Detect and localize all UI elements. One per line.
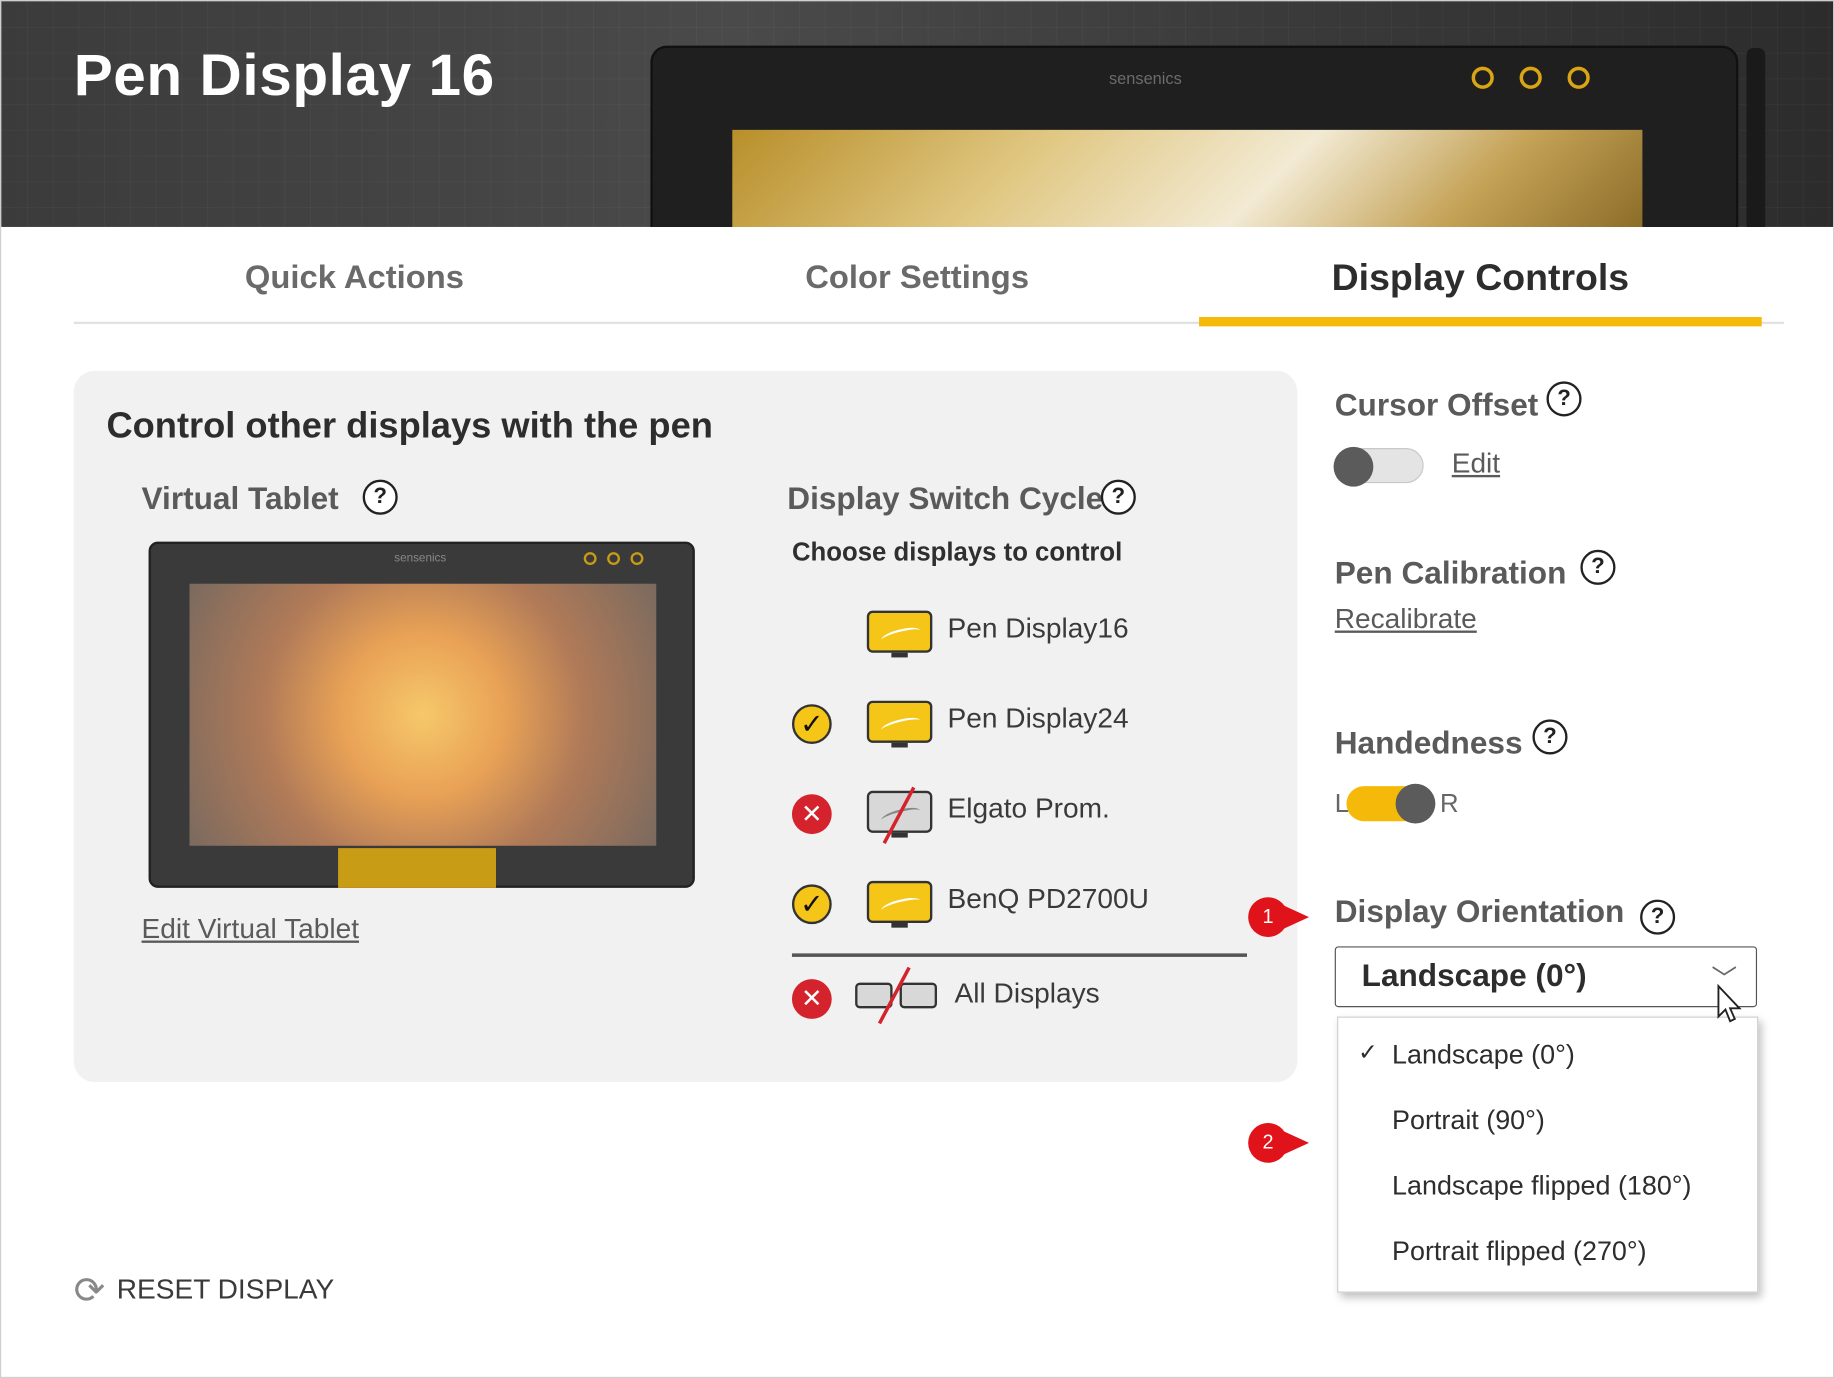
pen-calibration-label: Pen Calibration: [1334, 555, 1567, 591]
cursor-offset-edit-link[interactable]: Edit: [1452, 448, 1500, 481]
virtual-tablet-buttons: [583, 552, 644, 566]
orientation-option-landscape-flipped[interactable]: Landscape flipped (180°): [1338, 1153, 1757, 1214]
page-title: Pen Display 16: [73, 42, 495, 108]
handedness-toggle[interactable]: [1346, 783, 1436, 824]
display-name: Pen Display24: [947, 703, 1129, 735]
handedness-help-icon[interactable]: ?: [1532, 719, 1568, 755]
cross-icon[interactable]: ✕: [791, 979, 832, 1019]
pen-image: [1746, 47, 1766, 227]
display-switch-cycle-label: Display Switch Cycle: [787, 480, 1104, 516]
virtual-tablet-help-icon[interactable]: ?: [362, 479, 398, 515]
tab-color-settings[interactable]: Color Settings: [636, 230, 1198, 324]
display-switch-cycle-help-icon[interactable]: ?: [1100, 479, 1136, 515]
virtual-tablet-screen: [189, 583, 657, 846]
handedness-label: Handedness: [1334, 725, 1523, 761]
app-window: sensenics Pen Display 16 Quick Actions C…: [0, 0, 1834, 1378]
panel-title: Control other displays with the pen: [106, 404, 713, 446]
checkmark-icon: ✓: [1358, 1039, 1378, 1066]
display-row[interactable]: ✕ Elgato Prom.: [791, 786, 1237, 845]
device-screen: [732, 129, 1643, 227]
reset-display-label: RESET DISPLAY: [116, 1273, 335, 1306]
monitor-icon: [866, 700, 933, 743]
orientation-option-landscape[interactable]: ✓ Landscape (0°): [1338, 1022, 1757, 1083]
display-row[interactable]: ✓ Pen Display24: [791, 696, 1237, 750]
virtual-tablet-logo: sensenics: [394, 552, 447, 566]
recalibrate-link[interactable]: Recalibrate: [1335, 604, 1477, 637]
display-row[interactable]: Pen Display16: [792, 606, 1237, 660]
mouse-cursor-icon: [1717, 983, 1742, 1023]
orientation-dropdown-menu: ✓ Landscape (0°) Portrait (90°) Landscap…: [1337, 1016, 1759, 1293]
callout-marker-1: 1: [1248, 897, 1314, 938]
refresh-icon: ⟳: [73, 1269, 106, 1312]
check-icon[interactable]: ✓: [791, 884, 832, 925]
display-name: Pen Display16: [947, 612, 1129, 645]
check-icon[interactable]: ✓: [791, 704, 832, 744]
orientation-option-portrait[interactable]: Portrait (90°): [1338, 1088, 1757, 1149]
tab-display-controls[interactable]: Display Controls: [1199, 230, 1762, 327]
callout-marker-2: 2: [1248, 1123, 1314, 1163]
cursor-offset-label: Cursor Offset: [1334, 387, 1539, 423]
display-row[interactable]: ✓ BenQ PD2700U: [791, 876, 1237, 930]
pen-calibration-help-icon[interactable]: ?: [1580, 549, 1616, 585]
choose-displays-label: Choose displays to control: [791, 536, 1123, 567]
monitor-icon: [866, 880, 933, 923]
monitor-disabled-icon: [899, 982, 938, 1009]
orientation-select[interactable]: Landscape (0°) ﹀: [1334, 946, 1758, 1008]
device-logo: sensenics: [1108, 69, 1182, 88]
all-displays-label: All Displays: [954, 977, 1100, 1010]
all-displays-row[interactable]: ✕ All Displays: [791, 966, 1237, 1025]
virtual-tablet-active-area: [338, 848, 496, 888]
virtual-tablet-label: Virtual Tablet: [141, 480, 339, 516]
cursor-offset-help-icon[interactable]: ?: [1546, 381, 1582, 417]
device-buttons: [1471, 66, 1590, 89]
cross-icon[interactable]: ✕: [791, 794, 832, 835]
device-image: sensenics: [650, 45, 1739, 227]
header-banner: sensenics Pen Display 16: [1, 1, 1834, 227]
display-orientation-help-icon[interactable]: ?: [1640, 899, 1676, 935]
virtual-tablet-preview: sensenics: [148, 541, 695, 888]
orientation-selected-value: Landscape (0°): [1361, 958, 1587, 994]
handedness-right-label: R: [1440, 788, 1459, 818]
display-orientation-label: Display Orientation: [1334, 893, 1625, 929]
display-name: BenQ PD2700U: [947, 883, 1149, 915]
divider: [791, 953, 1248, 957]
edit-virtual-tablet-link[interactable]: Edit Virtual Tablet: [142, 914, 359, 947]
tab-quick-actions[interactable]: Quick Actions: [74, 230, 636, 324]
cursor-offset-toggle[interactable]: [1333, 446, 1424, 487]
orientation-option-portrait-flipped[interactable]: Portrait flipped (270°): [1338, 1219, 1757, 1280]
monitor-icon: [866, 610, 933, 653]
tab-bar: Quick Actions Color Settings Display Con…: [73, 230, 1784, 327]
reset-display-button[interactable]: ⟳ RESET DISPLAY: [74, 1267, 334, 1314]
display-name: Elgato Prom.: [947, 793, 1110, 825]
